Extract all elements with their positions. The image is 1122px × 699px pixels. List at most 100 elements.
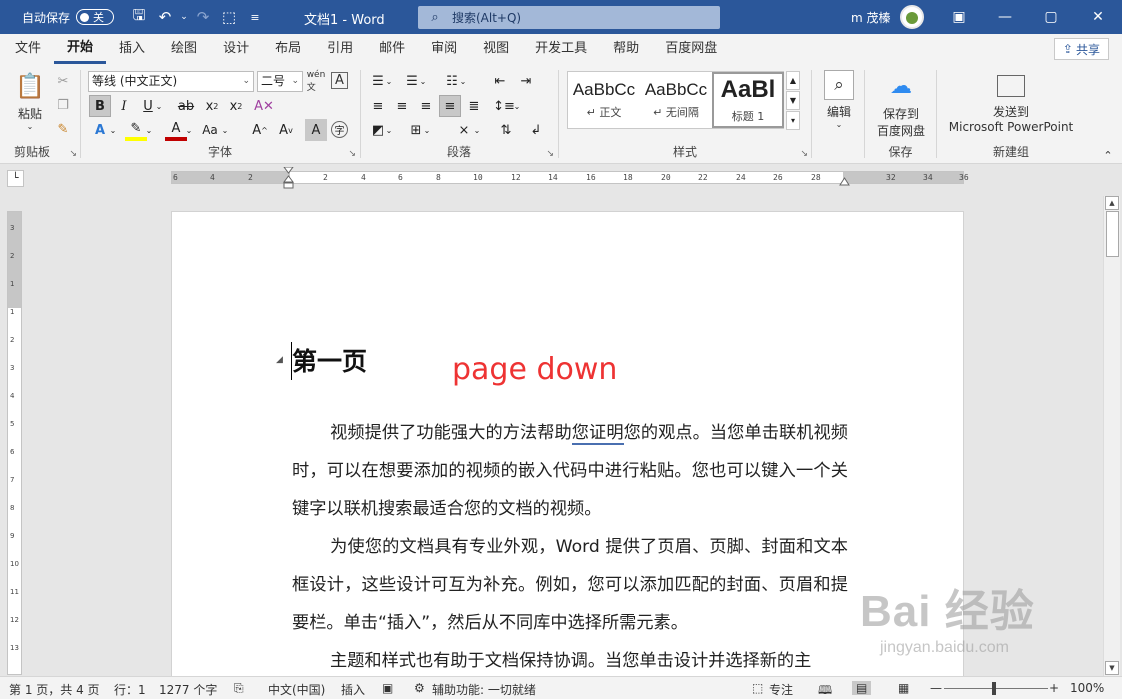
- maximize-icon[interactable]: ▢: [1028, 0, 1074, 34]
- strikethrough-button[interactable]: ab: [175, 95, 197, 117]
- right-indent-marker[interactable]: [839, 177, 850, 187]
- dialog-launcher-icon[interactable]: ↘: [546, 149, 554, 159]
- tab-references[interactable]: 引用: [314, 34, 366, 64]
- distributed-icon[interactable]: ≣: [463, 95, 485, 117]
- copy-icon[interactable]: ❐: [52, 94, 74, 116]
- dialog-launcher-icon[interactable]: ↘: [800, 149, 808, 159]
- save-icon[interactable]: 🖫: [126, 4, 152, 30]
- tab-file[interactable]: 文件: [0, 34, 54, 64]
- save-to-baidu-button[interactable]: ☁ 保存到 百度网盘: [871, 70, 931, 139]
- chevron-down-icon[interactable]: ⌄: [457, 70, 469, 92]
- italic-button[interactable]: I: [113, 95, 135, 117]
- increase-indent-icon[interactable]: ⇥: [515, 70, 537, 92]
- chevron-down-icon[interactable]: ⌄: [417, 70, 429, 92]
- tab-baidu-netdisk[interactable]: 百度网盘: [652, 34, 730, 64]
- align-right-icon[interactable]: ≡: [415, 95, 437, 117]
- input-mode[interactable]: 插入: [341, 681, 365, 698]
- chevron-down-icon[interactable]: ⌄: [178, 4, 190, 30]
- char-border-icon[interactable]: A: [331, 72, 348, 89]
- close-icon[interactable]: ✕: [1075, 0, 1121, 34]
- tab-help[interactable]: 帮助: [600, 34, 652, 64]
- grow-font-icon[interactable]: A ^: [249, 119, 271, 141]
- tab-stop-selector[interactable]: └: [7, 170, 24, 187]
- tab-mailings[interactable]: 邮件: [366, 34, 418, 64]
- font-name-combo[interactable]: 等线 (中文正文) ⌄: [88, 71, 254, 92]
- font-size-combo[interactable]: 二号 ⌄: [257, 71, 303, 92]
- dialog-launcher-icon[interactable]: ↘: [348, 149, 356, 159]
- subscript-button[interactable]: x2: [201, 95, 223, 117]
- minimize-icon[interactable]: —: [982, 0, 1028, 34]
- justify-icon[interactable]: ≡: [439, 95, 461, 117]
- print-layout-icon[interactable]: ▤: [852, 681, 872, 695]
- autosave-toggle[interactable]: 关: [76, 9, 115, 25]
- collapse-ribbon-icon[interactable]: ⌃: [1097, 144, 1119, 166]
- language[interactable]: 中文(中国): [268, 681, 325, 698]
- sort-icon[interactable]: ⇅: [495, 119, 517, 141]
- web-layout-icon[interactable]: ▦: [898, 681, 909, 695]
- touch-mode-icon[interactable]: ⬚: [216, 4, 242, 30]
- scroll-thumb[interactable]: [1106, 211, 1119, 257]
- chevron-down-icon[interactable]: ⌄: [511, 95, 523, 117]
- cut-icon[interactable]: ✂: [52, 70, 74, 92]
- focus-icon[interactable]: ⬚: [752, 681, 763, 695]
- tab-design[interactable]: 设计: [210, 34, 262, 64]
- chevron-down-icon[interactable]: ⌄: [383, 70, 395, 92]
- chevron-down-icon[interactable]: ⌄: [143, 119, 155, 141]
- scroll-down-icon[interactable]: ▼: [1105, 661, 1119, 675]
- heading-1[interactable]: 第一页: [292, 342, 367, 378]
- char-shading-icon[interactable]: A: [305, 119, 327, 141]
- dialog-launcher-icon[interactable]: ↘: [69, 149, 77, 159]
- zoom-in-icon[interactable]: +: [1049, 681, 1059, 695]
- decrease-indent-icon[interactable]: ⇤: [489, 70, 511, 92]
- ribbon-display-icon[interactable]: ▣: [936, 0, 982, 34]
- align-left-icon[interactable]: ≡: [367, 95, 389, 117]
- phonetic-guide-icon[interactable]: wén 文: [305, 70, 327, 93]
- zoom-slider-thumb[interactable]: [992, 682, 996, 695]
- accessibility-status[interactable]: 辅助功能: 一切就绪: [432, 681, 536, 698]
- paragraph[interactable]: 视频提供了功能强大的方法帮助您证明您的观点。当您单击联机视频时，可以在想要添加的…: [292, 414, 848, 528]
- read-mode-icon[interactable]: 🕮: [818, 681, 832, 699]
- avatar[interactable]: [900, 5, 924, 29]
- search-box[interactable]: ⌕ 搜索(Alt+Q): [418, 6, 720, 29]
- enclose-char-icon[interactable]: 字: [331, 121, 348, 138]
- focus-mode[interactable]: 专注: [769, 681, 793, 698]
- paragraph[interactable]: 为使您的文档具有专业外观，Word 提供了页眉、页脚、封面和文本框设计，这些设计…: [292, 528, 848, 642]
- redo-icon[interactable]: ↷: [190, 4, 216, 30]
- send-to-powerpoint-button[interactable]: 发送到 Microsoft PowerPoint: [943, 70, 1079, 134]
- align-center-icon[interactable]: ≡: [391, 95, 413, 117]
- paragraph[interactable]: 主题和样式也有助于文档保持协调。当您单击设计并选择新的主: [292, 642, 848, 676]
- zoom-level[interactable]: 100%: [1070, 681, 1104, 695]
- word-count[interactable]: 1277 个字: [159, 681, 217, 698]
- user-name[interactable]: m 茂榛: [851, 9, 891, 26]
- chevron-down-icon[interactable]: ⌄: [183, 119, 195, 141]
- tab-insert[interactable]: 插入: [106, 34, 158, 64]
- tab-developer[interactable]: 开发工具: [522, 34, 600, 64]
- bold-button[interactable]: B: [89, 95, 111, 117]
- scroll-up-icon[interactable]: ▲: [1105, 196, 1119, 210]
- tab-home[interactable]: 开始: [54, 34, 107, 64]
- undo-icon[interactable]: ↶: [152, 4, 178, 30]
- chevron-down-icon[interactable]: ⌄: [153, 95, 165, 117]
- collapse-heading-icon[interactable]: ◢: [276, 355, 283, 365]
- tab-layout[interactable]: 布局: [262, 34, 314, 64]
- tab-draw[interactable]: 绘图: [158, 34, 210, 64]
- tab-view[interactable]: 视图: [470, 34, 522, 64]
- paste-button[interactable]: 📋 粘贴 ⌄: [10, 70, 50, 131]
- proofing-icon[interactable]: ⎘: [234, 681, 244, 696]
- chevron-down-icon[interactable]: ⌄: [219, 119, 231, 141]
- change-case-icon[interactable]: Aa: [199, 119, 221, 141]
- show-marks-icon[interactable]: ↲: [525, 119, 547, 141]
- chevron-down-icon[interactable]: ⌄: [107, 119, 119, 141]
- vertical-scrollbar[interactable]: ▲ ▼: [1103, 196, 1120, 676]
- chevron-down-icon[interactable]: ⌄: [421, 119, 433, 141]
- tab-review[interactable]: 审阅: [418, 34, 470, 64]
- chevron-down-icon[interactable]: ⌄: [471, 119, 483, 141]
- customize-toolbar-icon[interactable]: ≡: [242, 4, 268, 30]
- shrink-font-icon[interactable]: Av: [275, 119, 297, 141]
- superscript-button[interactable]: x2: [225, 95, 247, 117]
- vertical-ruler[interactable]: 3 2 1 1 2 3 4 5 6 7 8 9 10 11 12 13: [7, 211, 22, 675]
- page-count[interactable]: 第 1 页，共 4 页: [9, 681, 100, 698]
- line-number[interactable]: 行：1: [114, 681, 146, 698]
- zoom-out-icon[interactable]: —: [930, 681, 942, 695]
- format-painter-icon[interactable]: ✎: [52, 118, 74, 140]
